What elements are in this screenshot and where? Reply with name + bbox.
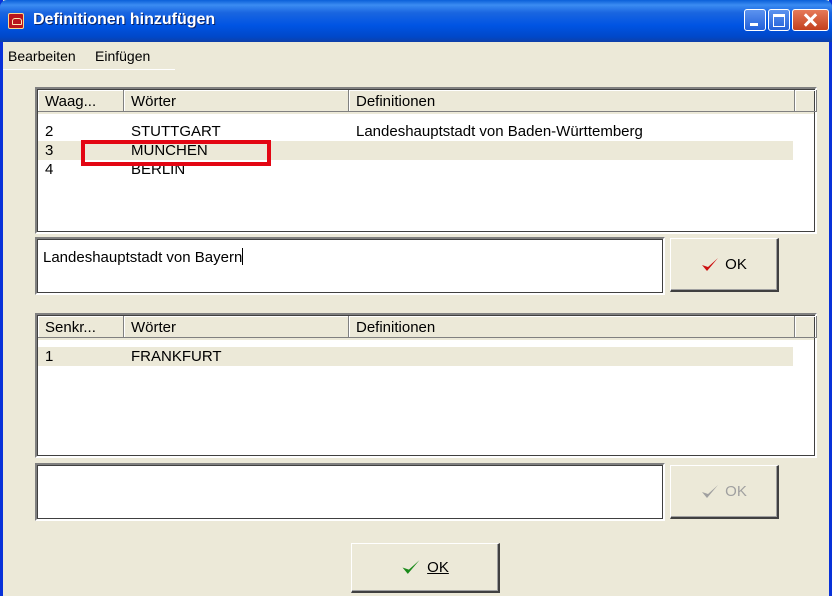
down-list-header: Senkr... Wörter Definitionen (38, 316, 817, 340)
minimize-button[interactable] (744, 9, 766, 31)
main-ok-button[interactable]: OK (351, 543, 500, 593)
menu-bar: Bearbeiten Einfügen (3, 45, 829, 70)
row-word: FRANKFURT (131, 348, 222, 365)
main-ok-label: OK (427, 559, 449, 576)
column-header-filler (795, 316, 817, 338)
row-number: 2 (45, 123, 54, 140)
down-ok-label: OK (725, 483, 747, 500)
across-ok-label: OK (725, 256, 747, 273)
column-header-woerter[interactable]: Wörter (124, 316, 349, 338)
across-ok-button[interactable]: OK (670, 238, 779, 292)
checkmark-icon (701, 257, 719, 273)
row-number: 1 (45, 348, 54, 365)
dialog-window: Definitionen hinzufügen Bearbeiten Einfü… (0, 0, 832, 596)
across-definition-input[interactable]: Landeshauptstadt von Bayern (35, 237, 665, 295)
menu-separator (3, 69, 175, 70)
down-definition-input[interactable] (35, 463, 665, 521)
row-number: 4 (45, 161, 54, 178)
row-word: STUTTGART (131, 123, 221, 140)
checkmark-icon (401, 559, 421, 576)
title-bar[interactable]: Definitionen hinzufügen (0, 0, 832, 42)
close-button[interactable] (792, 9, 829, 31)
column-header-senkrecht[interactable]: Senkr... (38, 316, 124, 338)
column-header-filler (795, 90, 817, 112)
row-number: 3 (45, 142, 54, 159)
app-icon (8, 13, 24, 29)
down-ok-button[interactable]: OK (670, 465, 779, 519)
across-definition-text: Landeshauptstadt von Bayern (43, 249, 243, 266)
down-word-list[interactable]: Senkr... Wörter Definitionen 1 FRANKFURT (35, 313, 817, 458)
highlight-annotation (81, 140, 271, 166)
across-list-row[interactable]: 2 STUTTGART Landeshauptstadt von Baden-W… (38, 122, 793, 141)
across-list-header: Waag... Wörter Definitionen (38, 90, 817, 114)
checkmark-icon (701, 484, 719, 500)
column-header-definitionen[interactable]: Definitionen (349, 90, 795, 112)
menu-bearbeiten[interactable]: Bearbeiten (4, 48, 80, 64)
column-header-woerter[interactable]: Wörter (124, 90, 349, 112)
row-definition: Landeshauptstadt von Baden-Württemberg (356, 123, 643, 140)
maximize-button[interactable] (768, 9, 790, 31)
window-title: Definitionen hinzufügen (33, 11, 216, 28)
column-header-waagerecht[interactable]: Waag... (38, 90, 124, 112)
menu-einfuegen[interactable]: Einfügen (91, 48, 154, 64)
down-list-row-selected[interactable]: 1 FRANKFURT (38, 347, 793, 366)
column-header-definitionen[interactable]: Definitionen (349, 316, 795, 338)
text-caret (242, 248, 244, 265)
